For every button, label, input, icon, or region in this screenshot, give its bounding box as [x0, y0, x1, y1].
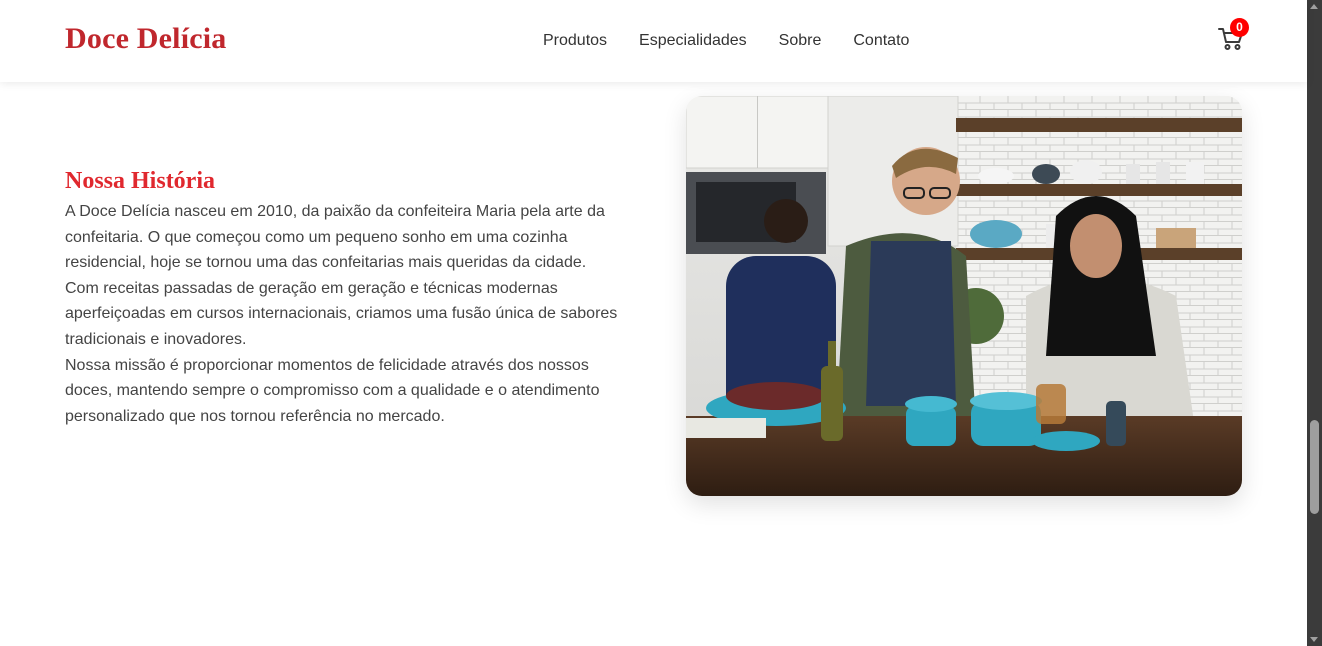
cart-button[interactable]: 0 [1218, 18, 1249, 51]
kitchen-team-photo [686, 96, 1242, 496]
main-nav: Produtos Especialidades Sobre Contato [543, 32, 909, 50]
nav-link-sobre[interactable]: Sobre [779, 32, 822, 50]
scrollbar-thumb[interactable] [1310, 420, 1319, 514]
cart-count-badge: 0 [1230, 18, 1249, 37]
brand-logo[interactable]: Doce Delícia [65, 22, 227, 56]
page: Doce Delícia Produtos Especialidades Sob… [0, 0, 1322, 646]
nav-link-contato[interactable]: Contato [853, 32, 909, 50]
scroll-down-arrow-icon[interactable] [1310, 637, 1318, 642]
about-paragraph-1: A Doce Delícia nasceu em 2010, da paixão… [65, 203, 605, 272]
nav-link-produtos[interactable]: Produtos [543, 32, 607, 50]
about-section: Nossa História A Doce Delícia nasceu em … [65, 168, 630, 429]
scroll-up-arrow-icon[interactable] [1310, 4, 1318, 9]
about-paragraph-3: Nossa missão é proporcionar momentos de … [65, 356, 600, 425]
nav-link-especialidades[interactable]: Especialidades [639, 32, 747, 50]
site-header: Doce Delícia Produtos Especialidades Sob… [0, 0, 1307, 82]
vertical-scrollbar[interactable] [1307, 0, 1322, 646]
about-paragraph-2: Com receitas passadas de geração em gera… [65, 279, 618, 348]
section-title: Nossa História [65, 168, 215, 194]
